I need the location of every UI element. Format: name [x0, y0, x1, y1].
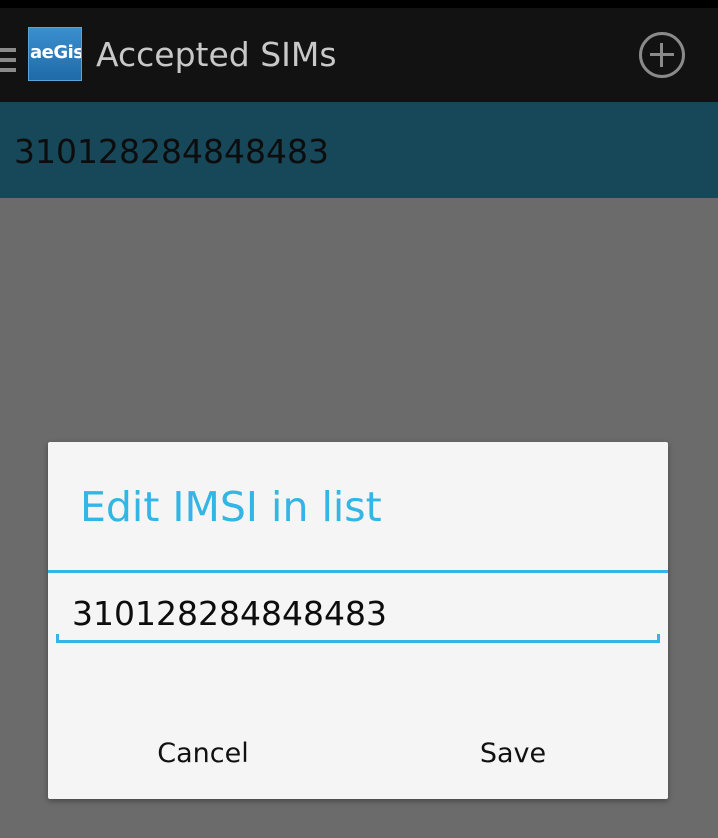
app-logo-text: aeGis: [30, 42, 82, 63]
edit-imsi-dialog: Edit IMSI in list Cancel Save: [48, 442, 668, 799]
dialog-title: Edit IMSI in list: [80, 483, 382, 531]
imsi-input[interactable]: [56, 588, 660, 640]
input-underline-right-tick: [657, 634, 660, 642]
input-underline: [56, 640, 660, 643]
app-logo[interactable]: aeGis: [28, 27, 82, 81]
menu-icon[interactable]: [0, 48, 16, 76]
dialog-divider: [48, 570, 668, 573]
input-underline-left-tick: [56, 634, 59, 642]
page-title: Accepted SIMs: [96, 35, 337, 74]
save-button[interactable]: Save: [358, 712, 668, 796]
imsi-input-container: [56, 588, 660, 644]
action-bar: aeGis Accepted SIMs: [0, 8, 718, 102]
list-item[interactable]: 310128284848483: [0, 102, 718, 198]
add-icon[interactable]: [639, 32, 685, 78]
list-item-label: 310128284848483: [14, 132, 329, 171]
status-bar: [0, 0, 718, 8]
cancel-button[interactable]: Cancel: [48, 712, 358, 796]
plus-vertical: [660, 43, 663, 67]
